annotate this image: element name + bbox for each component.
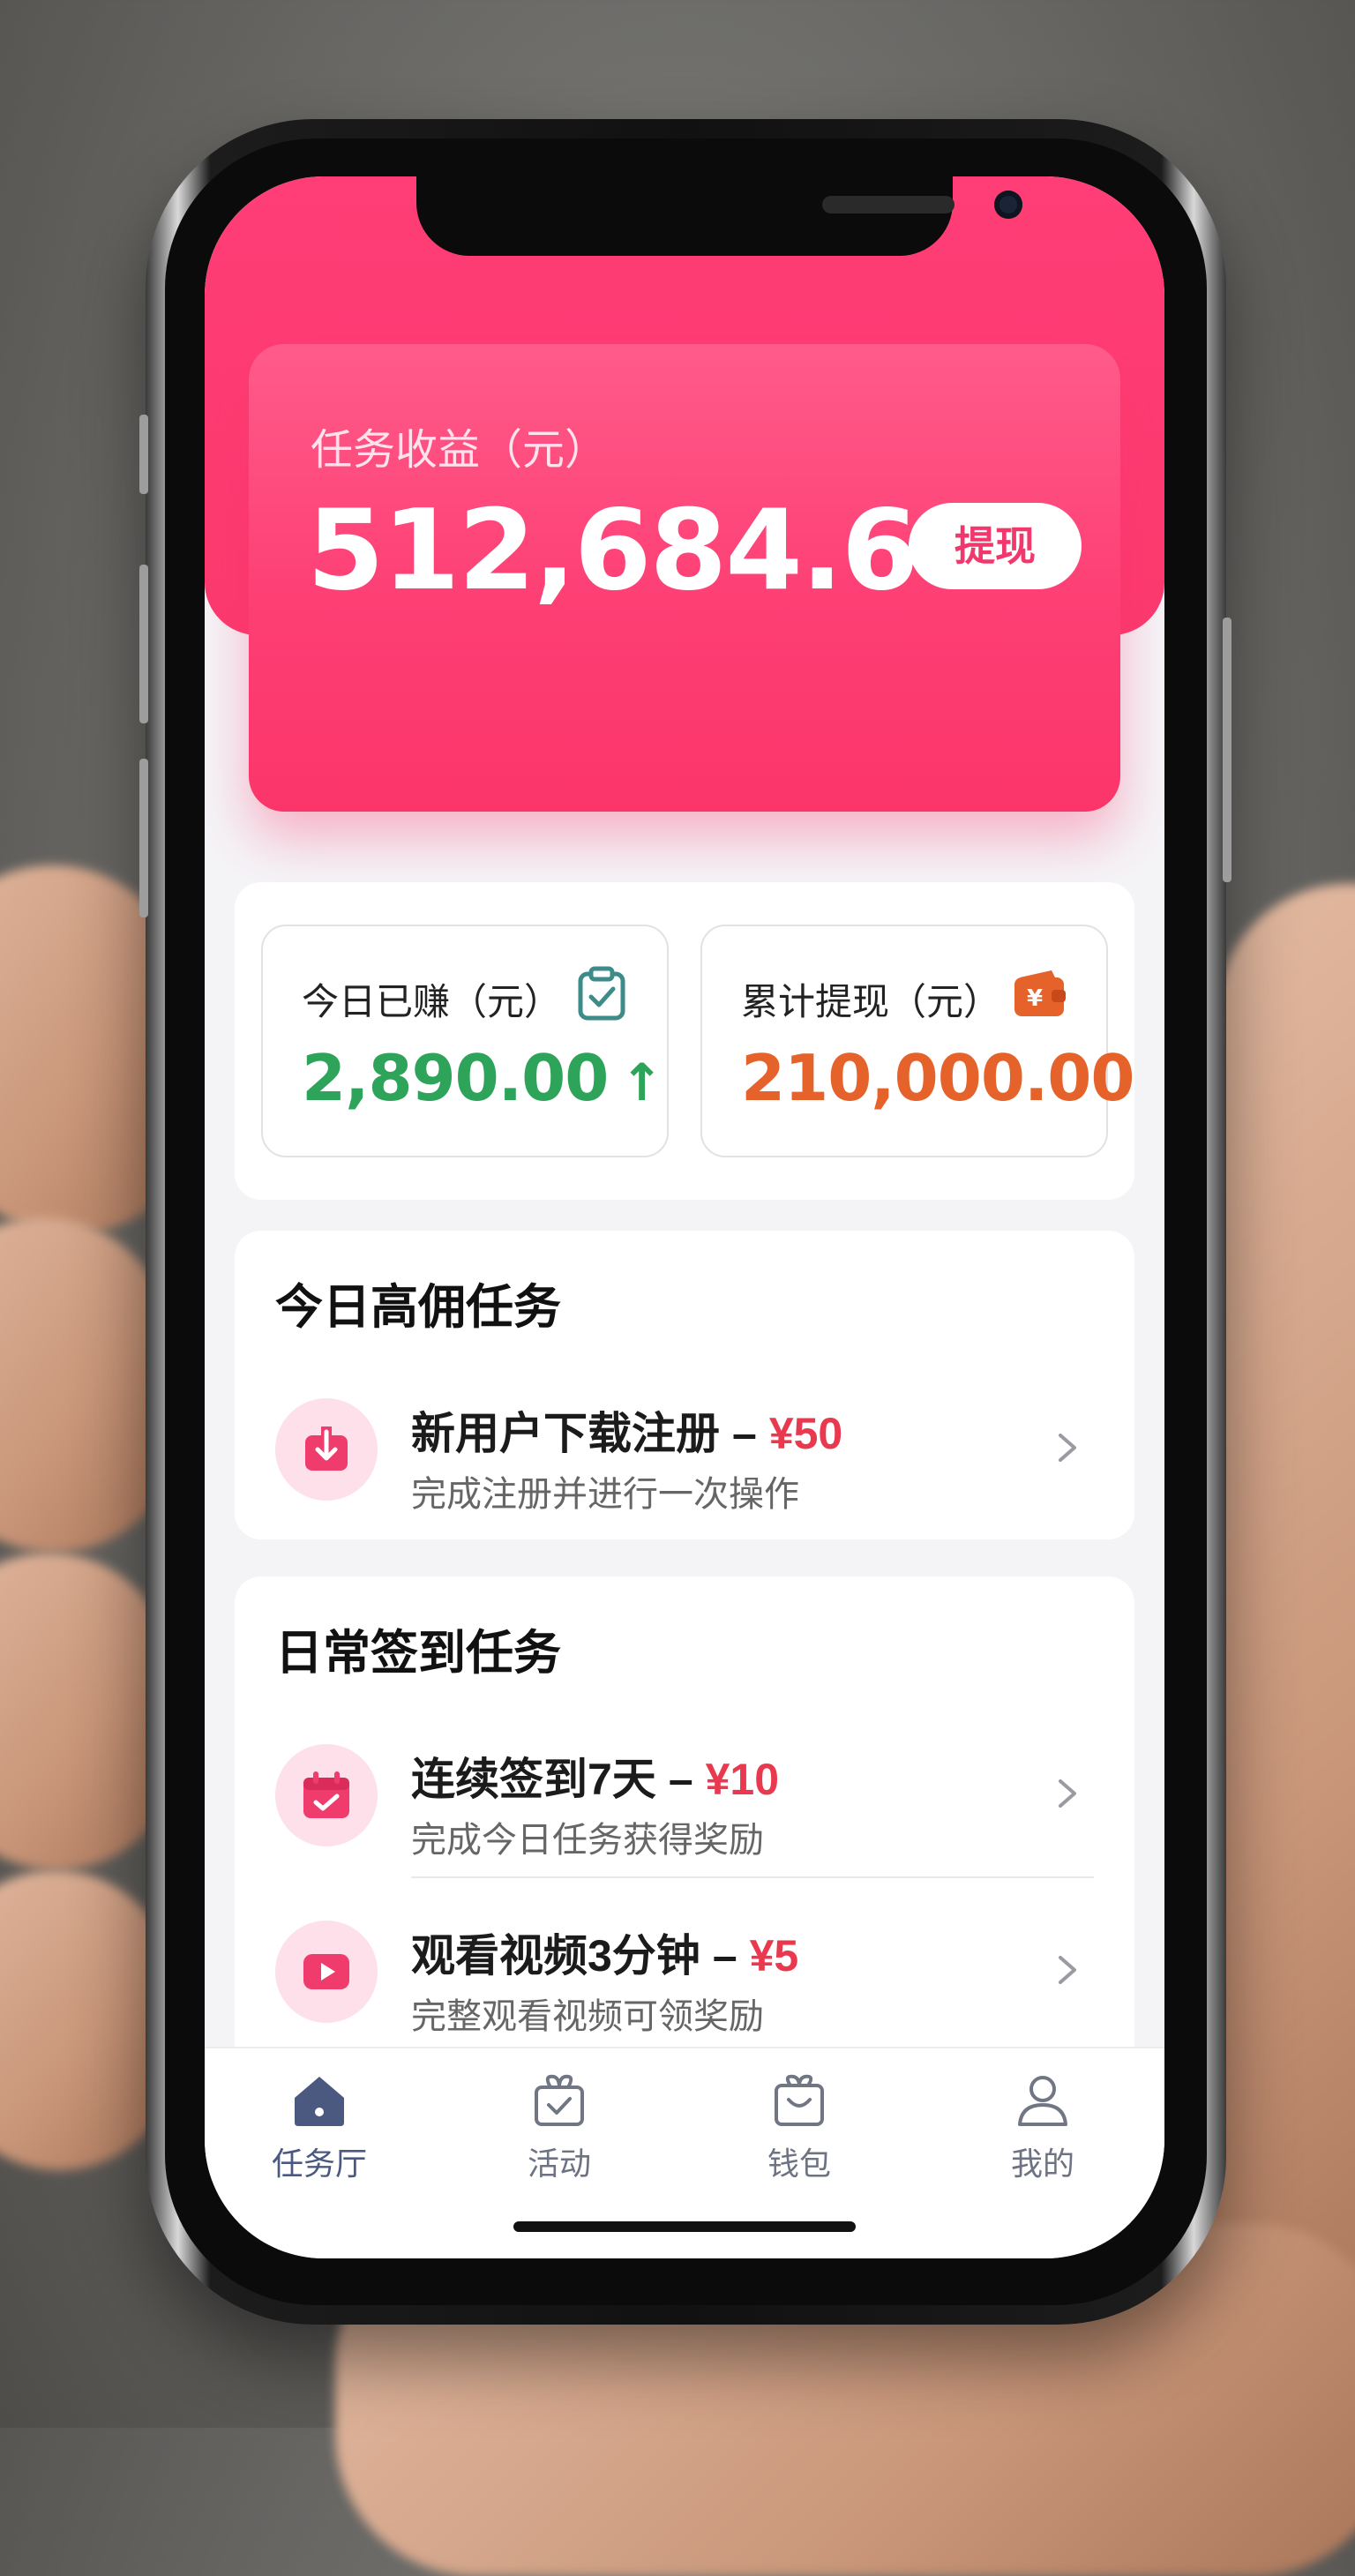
clipboard-check-icon — [578, 966, 625, 1021]
trend-up-icon: ↑ — [620, 1052, 663, 1112]
task-subtitle: 完成今日任务获得奖励 — [411, 1821, 764, 1860]
earnings-card: 任务收益（元） 512,684.64 提现 — [249, 344, 1120, 812]
task-name: 新用户下载注册 — [411, 1409, 720, 1458]
chevron-right-icon — [1059, 1434, 1076, 1462]
task-icon-badge — [275, 1398, 378, 1501]
task-reward: ¥5 — [749, 1931, 799, 1981]
front-camera — [994, 191, 1022, 219]
tab-task-hall[interactable]: 任务厅 — [240, 2068, 399, 2191]
task-subtitle: 完整观看视频可领奖励 — [411, 1997, 764, 2036]
phone-volume-button — [139, 415, 148, 494]
task-row[interactable]: 连续签到7天 – ¥10 完成今日任务获得奖励 — [235, 1725, 1134, 1866]
task-dash: – — [732, 1409, 757, 1458]
home-indicator[interactable] — [513, 2221, 856, 2232]
total-withdraw-value: 210,000.00 — [741, 1041, 1134, 1115]
today-earned-value: 2,890.00 ↑ — [302, 1041, 663, 1115]
bag-icon — [775, 2074, 824, 2126]
withdraw-button[interactable]: 提现 — [909, 503, 1082, 589]
task-title: 连续签到7天 – ¥10 — [411, 1744, 779, 1808]
task-row[interactable]: 新用户下载注册 – ¥50 完成注册并进行一次操作 — [235, 1379, 1134, 1520]
tab-label: 钱包 — [767, 2145, 831, 2182]
task-dash: – — [712, 1931, 737, 1981]
task-title: 观看视频3分钟 – ¥5 — [411, 1921, 798, 1984]
task-reward: ¥50 — [768, 1409, 843, 1458]
tab-label: 我的 — [1010, 2145, 1074, 2182]
speaker-grille — [822, 196, 954, 213]
daily-checkin-card: 日常签到任务 连续签到7天 – ¥10 完成今日任务获得奖励 观看视频3分钟 –… — [235, 1576, 1134, 2106]
home-icon — [295, 2077, 344, 2126]
today-earned-label: 今日已赚（元） — [302, 981, 562, 1022]
phone-power-button — [1223, 618, 1231, 882]
high-commission-card: 今日高佣任务 新用户下载注册 – ¥50 完成注册并进行一次操作 — [235, 1231, 1134, 1539]
tab-activity[interactable]: 活动 — [480, 2068, 639, 2191]
phone-volume-up-button — [139, 565, 148, 723]
play-video-icon — [303, 1954, 349, 1989]
earnings-amount: 512,684.64 — [307, 485, 994, 615]
svg-text:¥: ¥ — [1027, 985, 1043, 1012]
task-subtitle: 完成注册并进行一次操作 — [411, 1475, 799, 1514]
task-title: 新用户下载注册 – ¥50 — [411, 1398, 842, 1462]
calendar-check-icon — [303, 1771, 349, 1818]
app-screen: 任务收益（元） 512,684.64 提现 今日已赚（元） 2,890.00 ↑ … — [205, 176, 1164, 2258]
task-reward: ¥10 — [705, 1755, 780, 1804]
download-icon — [305, 1427, 348, 1471]
total-withdraw-box[interactable]: 累计提现（元） ¥ 210,000.00 — [700, 925, 1134, 1157]
notch — [416, 176, 1022, 256]
earnings-label: 任务收益（元） — [311, 427, 608, 474]
chevron-right-icon — [1059, 1956, 1076, 1984]
tab-label: 任务厅 — [271, 2145, 367, 2182]
task-dash: – — [668, 1755, 693, 1804]
task-icon-badge — [275, 1744, 378, 1846]
phone-volume-down-button — [139, 759, 148, 917]
daily-checkin-title: 日常签到任务 — [275, 1627, 561, 1680]
task-icon-badge — [275, 1921, 378, 2023]
total-withdraw-label: 累计提现（元） — [741, 981, 1001, 1022]
tab-profile[interactable]: 我的 — [963, 2068, 1122, 2191]
tab-wallet[interactable]: 钱包 — [720, 2068, 879, 2191]
stats-card: 今日已赚（元） 2,890.00 ↑ 累计提现（元） ¥ 210,000.00 — [235, 882, 1134, 1200]
today-earned-box[interactable]: 今日已赚（元） 2,890.00 ↑ — [261, 925, 669, 1157]
wallet-yuan-icon: ¥ — [1014, 970, 1066, 1016]
tab-label: 活动 — [527, 2145, 591, 2182]
today-earned-amount: 2,890.00 — [302, 1041, 609, 1115]
user-icon — [1018, 2076, 1067, 2126]
chevron-right-icon — [1059, 1779, 1076, 1808]
task-name: 连续签到7天 — [411, 1755, 656, 1804]
task-name: 观看视频3分钟 — [411, 1931, 700, 1981]
high-commission-title: 今日高佣任务 — [275, 1281, 561, 1334]
task-row[interactable]: 观看视频3分钟 – ¥5 完整观看视频可领奖励 — [235, 1901, 1134, 2042]
divider — [411, 1876, 1094, 1878]
gift-check-icon — [535, 2074, 584, 2126]
